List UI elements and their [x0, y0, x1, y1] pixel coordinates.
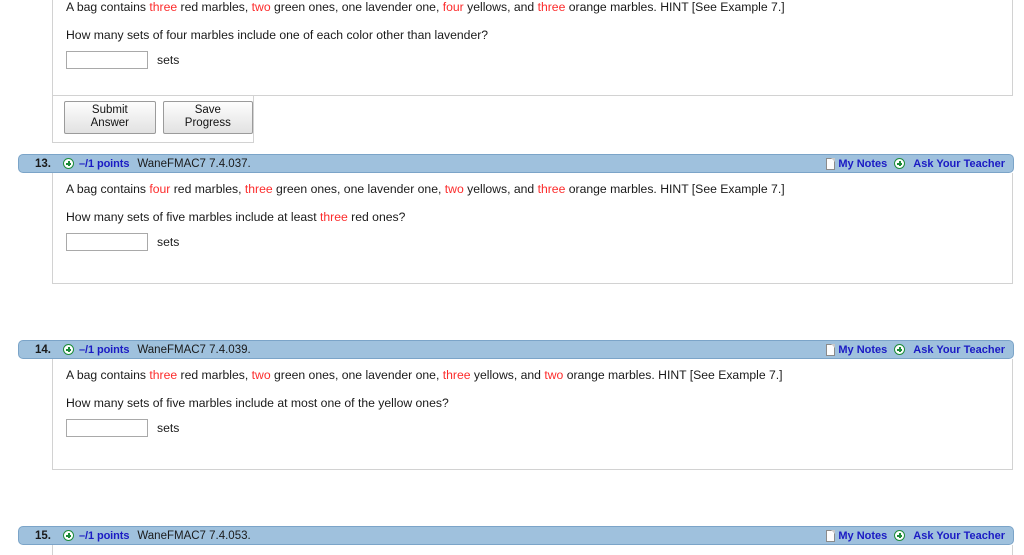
ask-your-teacher-action[interactable]: Ask Your Teacher [894, 344, 1005, 356]
green-plus-circle-icon[interactable] [894, 344, 905, 355]
answer-unit-label: sets [157, 421, 179, 435]
question-subprompt: How many sets of five marbles include at… [66, 210, 1012, 224]
highlighted-term: three [538, 0, 566, 14]
question-actions: My Notes Ask Your Teacher [826, 158, 1005, 170]
highlighted-term: three [149, 368, 177, 382]
my-notes-action[interactable]: My Notes [826, 530, 887, 542]
prompt-text: red marbles, [177, 368, 252, 382]
prompt-text: How many sets of five marbles include at… [66, 210, 320, 224]
question-header: 15. –/1 points WaneFMAC7 7.4.053. My Notes A… [18, 526, 1014, 545]
prompt-text: A bag contains [66, 0, 149, 14]
ask-your-teacher-label[interactable]: Ask Your Teacher [913, 158, 1005, 170]
question-header: 13. –/1 points WaneFMAC7 7.4.037. My Notes A… [18, 154, 1014, 173]
question-reference: WaneFMAC7 7.4.039. [137, 344, 250, 356]
points-value: –/1 points [79, 158, 129, 170]
highlighted-term: three [149, 0, 177, 14]
submit-answer-button[interactable]: Submit Answer [64, 101, 156, 134]
my-notes-label[interactable]: My Notes [838, 530, 887, 542]
question-prompt: A bag contains three red marbles, two gr… [66, 368, 1012, 382]
my-notes-action[interactable]: My Notes [826, 158, 887, 170]
prompt-text: yellows, and [464, 0, 538, 14]
ask-your-teacher-label[interactable]: Ask Your Teacher [913, 530, 1005, 542]
question-actions: My Notes Ask Your Teacher [826, 530, 1005, 542]
question-meta: –/1 points WaneFMAC7 7.4.039. [63, 344, 826, 356]
question-body: A bag contains four red marbles, three g… [52, 173, 1013, 284]
question-body: A bag contains three red marbles, two gr… [52, 0, 1013, 96]
prompt-text: red marbles, [170, 182, 245, 196]
question-block: 13. –/1 points WaneFMAC7 7.4.037. My Notes A… [0, 154, 1024, 284]
answer-row: sets [66, 51, 1012, 69]
prompt-text: orange marbles. HINT [See Example 7.] [565, 182, 784, 196]
prompt-text: yellows, and [464, 182, 538, 196]
highlighted-term: three [538, 182, 566, 196]
question-meta: –/1 points WaneFMAC7 7.4.053. [63, 530, 826, 542]
note-page-icon[interactable] [826, 158, 835, 170]
question-subprompt: How many sets of five marbles include at… [66, 396, 1012, 410]
question-body: A bag contains three red marbles, two gr… [52, 359, 1013, 470]
prompt-text: orange marbles. HINT [See Example 7.] [563, 368, 782, 382]
my-notes-action[interactable]: My Notes [826, 344, 887, 356]
highlighted-term: three [320, 210, 348, 224]
highlighted-term: three [245, 182, 273, 196]
prompt-text: A bag contains [66, 368, 149, 382]
ask-your-teacher-action[interactable]: Ask Your Teacher [894, 158, 1005, 170]
answer-input[interactable] [66, 51, 148, 69]
highlighted-term: two [252, 0, 271, 14]
question-block: A bag contains three red marbles, two gr… [0, 0, 1024, 140]
question-reference: WaneFMAC7 7.4.053. [137, 530, 250, 542]
points-value: –/1 points [79, 344, 129, 356]
prompt-text: green ones, one lavender one, [273, 182, 445, 196]
answer-row: sets [66, 419, 1012, 437]
question-number: 15. [19, 530, 51, 542]
prompt-text: A bag contains [66, 182, 149, 196]
prompt-text: red ones? [348, 210, 406, 224]
prompt-text: green ones, one lavender one, [271, 0, 443, 14]
assignment-page: A bag contains three red marbles, two gr… [0, 0, 1024, 555]
highlighted-term: four [443, 0, 464, 14]
question-prompt: A bag contains four red marbles, three g… [66, 182, 1012, 196]
question-prompt: A bag contains three red marbles, two gr… [66, 0, 1012, 14]
note-page-icon[interactable] [826, 344, 835, 356]
expand-points-icon[interactable] [63, 530, 74, 541]
questions-list: A bag contains three red marbles, two gr… [0, 0, 1024, 555]
highlighted-term: three [443, 368, 471, 382]
answer-input[interactable] [66, 233, 148, 251]
question-body: Your international diplomacy trip requir… [52, 545, 1013, 555]
points-value: –/1 points [79, 530, 129, 542]
save-progress-button[interactable]: Save Progress [163, 101, 253, 134]
answer-row: sets [66, 233, 1012, 251]
green-plus-circle-icon[interactable] [894, 530, 905, 541]
my-notes-label[interactable]: My Notes [838, 158, 887, 170]
prompt-text: How many sets of four marbles include on… [66, 28, 488, 42]
submit-button-bar: Submit AnswerSave Progress [52, 96, 254, 143]
answer-unit-label: sets [157, 53, 179, 67]
ask-your-teacher-action[interactable]: Ask Your Teacher [894, 530, 1005, 542]
ask-your-teacher-label[interactable]: Ask Your Teacher [913, 344, 1005, 356]
highlighted-term: four [149, 182, 170, 196]
expand-points-icon[interactable] [63, 344, 74, 355]
question-subprompt: How many sets of four marbles include on… [66, 28, 1012, 42]
prompt-text: yellows, and [471, 368, 545, 382]
answer-input[interactable] [66, 419, 148, 437]
answer-unit-label: sets [157, 235, 179, 249]
highlighted-term: two [544, 368, 563, 382]
expand-points-icon[interactable] [63, 158, 74, 169]
prompt-text: red marbles, [177, 0, 252, 14]
my-notes-label[interactable]: My Notes [838, 344, 887, 356]
prompt-text: orange marbles. HINT [See Example 7.] [565, 0, 784, 14]
highlighted-term: two [445, 182, 464, 196]
question-block: 15. –/1 points WaneFMAC7 7.4.053. My Notes A… [0, 526, 1024, 555]
question-block: 14. –/1 points WaneFMAC7 7.4.039. My Notes A… [0, 340, 1024, 470]
note-page-icon[interactable] [826, 530, 835, 542]
prompt-text: green ones, one lavender one, [271, 368, 443, 382]
highlighted-term: two [252, 368, 271, 382]
question-meta: –/1 points WaneFMAC7 7.4.037. [63, 158, 826, 170]
prompt-text: How many sets of five marbles include at… [66, 396, 449, 410]
question-number: 14. [19, 344, 51, 356]
green-plus-circle-icon[interactable] [894, 158, 905, 169]
question-actions: My Notes Ask Your Teacher [826, 344, 1005, 356]
question-number: 13. [19, 158, 51, 170]
question-reference: WaneFMAC7 7.4.037. [137, 158, 250, 170]
question-header: 14. –/1 points WaneFMAC7 7.4.039. My Notes A… [18, 340, 1014, 359]
